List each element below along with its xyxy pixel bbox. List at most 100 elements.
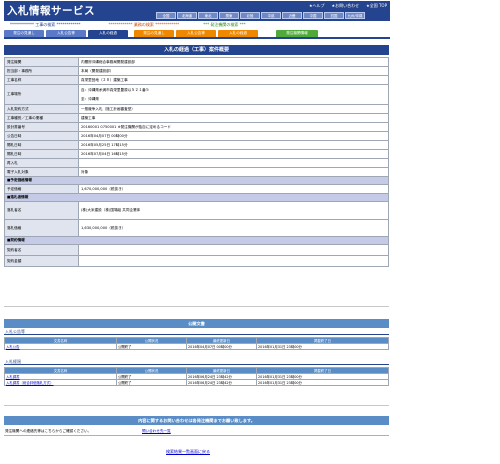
detail-value: 本局（開発建設部） — [78, 66, 389, 76]
services-search-label: ************ 業務の検索 ************ — [108, 22, 180, 27]
agency-search-label: *** 発注機関の検索 *** — [203, 22, 246, 27]
detail-label: 再入札 — [4, 158, 79, 168]
detail-row: 落札価格 1,630,000,000（税抜き） — [4, 219, 389, 237]
site-logo[interactable]: 入札情報サービス — [7, 3, 95, 18]
region-nav: 全国 北海道 東北 関東 北陸 中部 近畿 中国 四国 九州/沖縄 — [156, 12, 365, 19]
detail-label: 工事種別／工事の業種 — [4, 113, 79, 123]
contact-notice-bar: 内容に関するお問い合わせは各発注機関までお願い致します。 — [4, 416, 389, 425]
region-button-chubu[interactable]: 中部 — [261, 12, 281, 19]
contact-row: 発注機関への連絡先等はこちらからご確認ください。 問い合わせ先一覧 — [4, 428, 389, 436]
doc-link[interactable]: 入札公告 — [6, 345, 20, 349]
detail-row: 工事場所 自：沖縄県糸満市真栄里豊原以５２１番５ 至：沖縄県 — [4, 84, 389, 105]
doc-link[interactable]: 入札調書（総合評価落札方式） — [6, 381, 53, 385]
doc-end: 2016年01月31日 23時00分 — [256, 379, 389, 386]
detail-row: 発注機関 内閣府沖縄総合事務局開発建設部 — [4, 57, 389, 67]
detail-label: 予定価格 — [4, 184, 79, 194]
detail-value: 真栄里団地（２８）建築工事 — [78, 75, 389, 85]
detail-label: 契約者名 — [4, 244, 79, 256]
detail-value: 2016年05月25日 17時15分 — [78, 140, 389, 150]
region-button-kyushu-okinawa[interactable]: 九州/沖縄 — [345, 12, 365, 19]
table-row: 入札調書（総合評価落札方式） 公開終了 2016年06月24日 23時42分 2… — [4, 379, 389, 386]
detail-label: 担当部・事務所 — [4, 66, 79, 76]
tab-services-notices[interactable]: 入札公告等 — [176, 30, 216, 37]
detail-row: 担当部・事務所 本局（開発建設部） — [4, 66, 389, 76]
doc-status: 公開終了 — [116, 379, 187, 386]
region-button-national[interactable]: 全国 — [156, 12, 176, 19]
detail-row: 工事種別／工事の業種 建築工事 — [4, 113, 389, 123]
detail-value: (株)大米建設（株)国場組 共同企業体 — [78, 201, 389, 220]
divider — [4, 405, 389, 406]
doc-link[interactable]: 入札調書 — [6, 375, 20, 379]
tab-row: 発注の見通し 入札公告等 入札の経過 発注の見通し 入札公告等 入札の経過 発注… — [4, 30, 390, 37]
section-header-row: ■契約情報 — [4, 236, 389, 245]
detail-row: 契約金額 — [4, 255, 389, 267]
table-row: 入札公告 公開終了 2016年04月07日 00時00分 2016年01月31日… — [4, 343, 389, 350]
detail-value: 一般競争入札（施工計画審査型） — [78, 104, 389, 114]
national-top-link[interactable]: ★全国 TOP — [366, 3, 387, 9]
region-button-shikoku[interactable]: 四国 — [324, 12, 344, 19]
detail-row: 電子入札対象 対象 — [4, 167, 389, 177]
detail-label: 開札日時 — [4, 149, 79, 159]
detail-row: 開札日時 2016年07月04日 16時15分 — [4, 149, 389, 159]
region-button-kinki[interactable]: 近畿 — [282, 12, 302, 19]
detail-row: 開札日時 2016年05月25日 17時15分 — [4, 140, 389, 150]
detail-value: 20160001 0750001 ※発注機関が独自に定めるコード — [78, 122, 389, 132]
detail-label: 開札日時 — [4, 140, 79, 150]
case-detail-table: 発注機関 内閣府沖縄総合事務局開発建設部 担当部・事務所 本局（開発建設部） 工事名… — [4, 57, 389, 267]
section-header-row: ■予定価格情報 — [4, 176, 389, 185]
detail-label: 契約金額 — [4, 255, 79, 267]
doc-end: 2016年01月31日 23時00分 — [256, 343, 389, 350]
utility-links: ★ヘルプ ★お問い合わせ ★全国 TOP — [309, 3, 387, 9]
contract-section-header: ■契約情報 — [4, 236, 389, 245]
contact-link[interactable]: ★お問い合わせ — [332, 3, 360, 9]
contact-list-link[interactable]: 問い合わせ先一覧 — [142, 428, 171, 435]
estimate-section-header: ■予定価格情報 — [4, 176, 389, 185]
help-link[interactable]: ★ヘルプ — [309, 3, 325, 9]
region-button-hokkaido[interactable]: 北海道 — [177, 12, 197, 19]
location-to: 至：沖縄県 — [81, 96, 99, 101]
detail-value: 2016年07月04日 16時15分 — [78, 149, 389, 159]
detail-row: 契約者名 — [4, 244, 389, 256]
divider — [4, 306, 389, 307]
detail-value: 対象 — [78, 167, 389, 177]
detail-value — [78, 244, 389, 256]
region-button-tohoku[interactable]: 東北 — [198, 12, 218, 19]
tab-construction-notices[interactable]: 入札公告等 — [46, 30, 86, 37]
tab-construction-progress[interactable]: 入札の経過 — [88, 30, 128, 37]
search-row: ************ 工事の検索 ************ ********… — [4, 22, 390, 29]
winner-section-header: ■落札者情報 — [4, 193, 389, 202]
bid-notice-heading: 入札公告等 — [4, 328, 389, 335]
detail-value — [78, 158, 389, 168]
construction-search-label: ************ 工事の検索 ************ — [10, 22, 81, 27]
detail-row: 再入札 — [4, 158, 389, 168]
location-from: 自：沖縄県糸満市真栄里豊原以５２１番５ — [81, 87, 150, 92]
detail-row: 入札契約方式 一般競争入札（施工計画審査型） — [4, 104, 389, 114]
doc-updated: 2016年04月07日 00時00分 — [186, 343, 257, 350]
detail-value: 2016年04月07日 00時00分 — [78, 131, 389, 141]
detail-label: 落札価格 — [4, 219, 79, 237]
doc-name-link[interactable]: 入札公告 — [4, 343, 117, 350]
region-button-hokuriku[interactable]: 北陸 — [240, 12, 260, 19]
back-to-results-link[interactable]: 検索結果一覧画面に戻る — [166, 449, 210, 455]
detail-label: 工事場所 — [4, 84, 79, 105]
tab-agency-info[interactable]: 発注機関情報 — [276, 30, 318, 37]
contact-text: 発注機関への連絡先等はこちらからご確認ください。 — [5, 429, 92, 433]
bid-progress-table: 文書名称 公開状況 最終更新日 掲載終了日 入札調書 公開終了 2016年06月… — [4, 367, 389, 386]
detail-row: 設計書番号 20160001 0750001 ※発注機関が独自に定めるコード — [4, 122, 389, 132]
tab-construction-outlook[interactable]: 発注の見通し — [4, 30, 44, 37]
detail-label: 設計書番号 — [4, 122, 79, 132]
detail-row: 予定価格 1,670,000,000（税抜き） — [4, 184, 389, 194]
tab-services-outlook[interactable]: 発注の見通し — [134, 30, 174, 37]
doc-name-link[interactable]: 入札調書（総合評価落札方式） — [4, 379, 117, 386]
tab-services-progress[interactable]: 入札の経過 — [218, 30, 258, 37]
detail-label: 工事名称 — [4, 75, 79, 85]
detail-label: 発注機関 — [4, 57, 79, 67]
detail-value-location: 自：沖縄県糸満市真栄里豊原以５２１番５ 至：沖縄県 — [78, 84, 389, 105]
bid-notice-table: 文書名称 公開状況 最終更新日 掲載終了日 入札公告 公開終了 2016年04月… — [4, 337, 389, 350]
doc-updated: 2016年06月24日 23時42分 — [186, 379, 257, 386]
region-button-kanto[interactable]: 関東 — [219, 12, 239, 19]
header-bar: 入札情報サービス ★ヘルプ ★お問い合わせ ★全国 TOP 全国 北海道 東北 … — [4, 1, 390, 21]
detail-value — [78, 255, 389, 267]
detail-label: 公告日時 — [4, 131, 79, 141]
region-button-chugoku[interactable]: 中国 — [303, 12, 323, 19]
